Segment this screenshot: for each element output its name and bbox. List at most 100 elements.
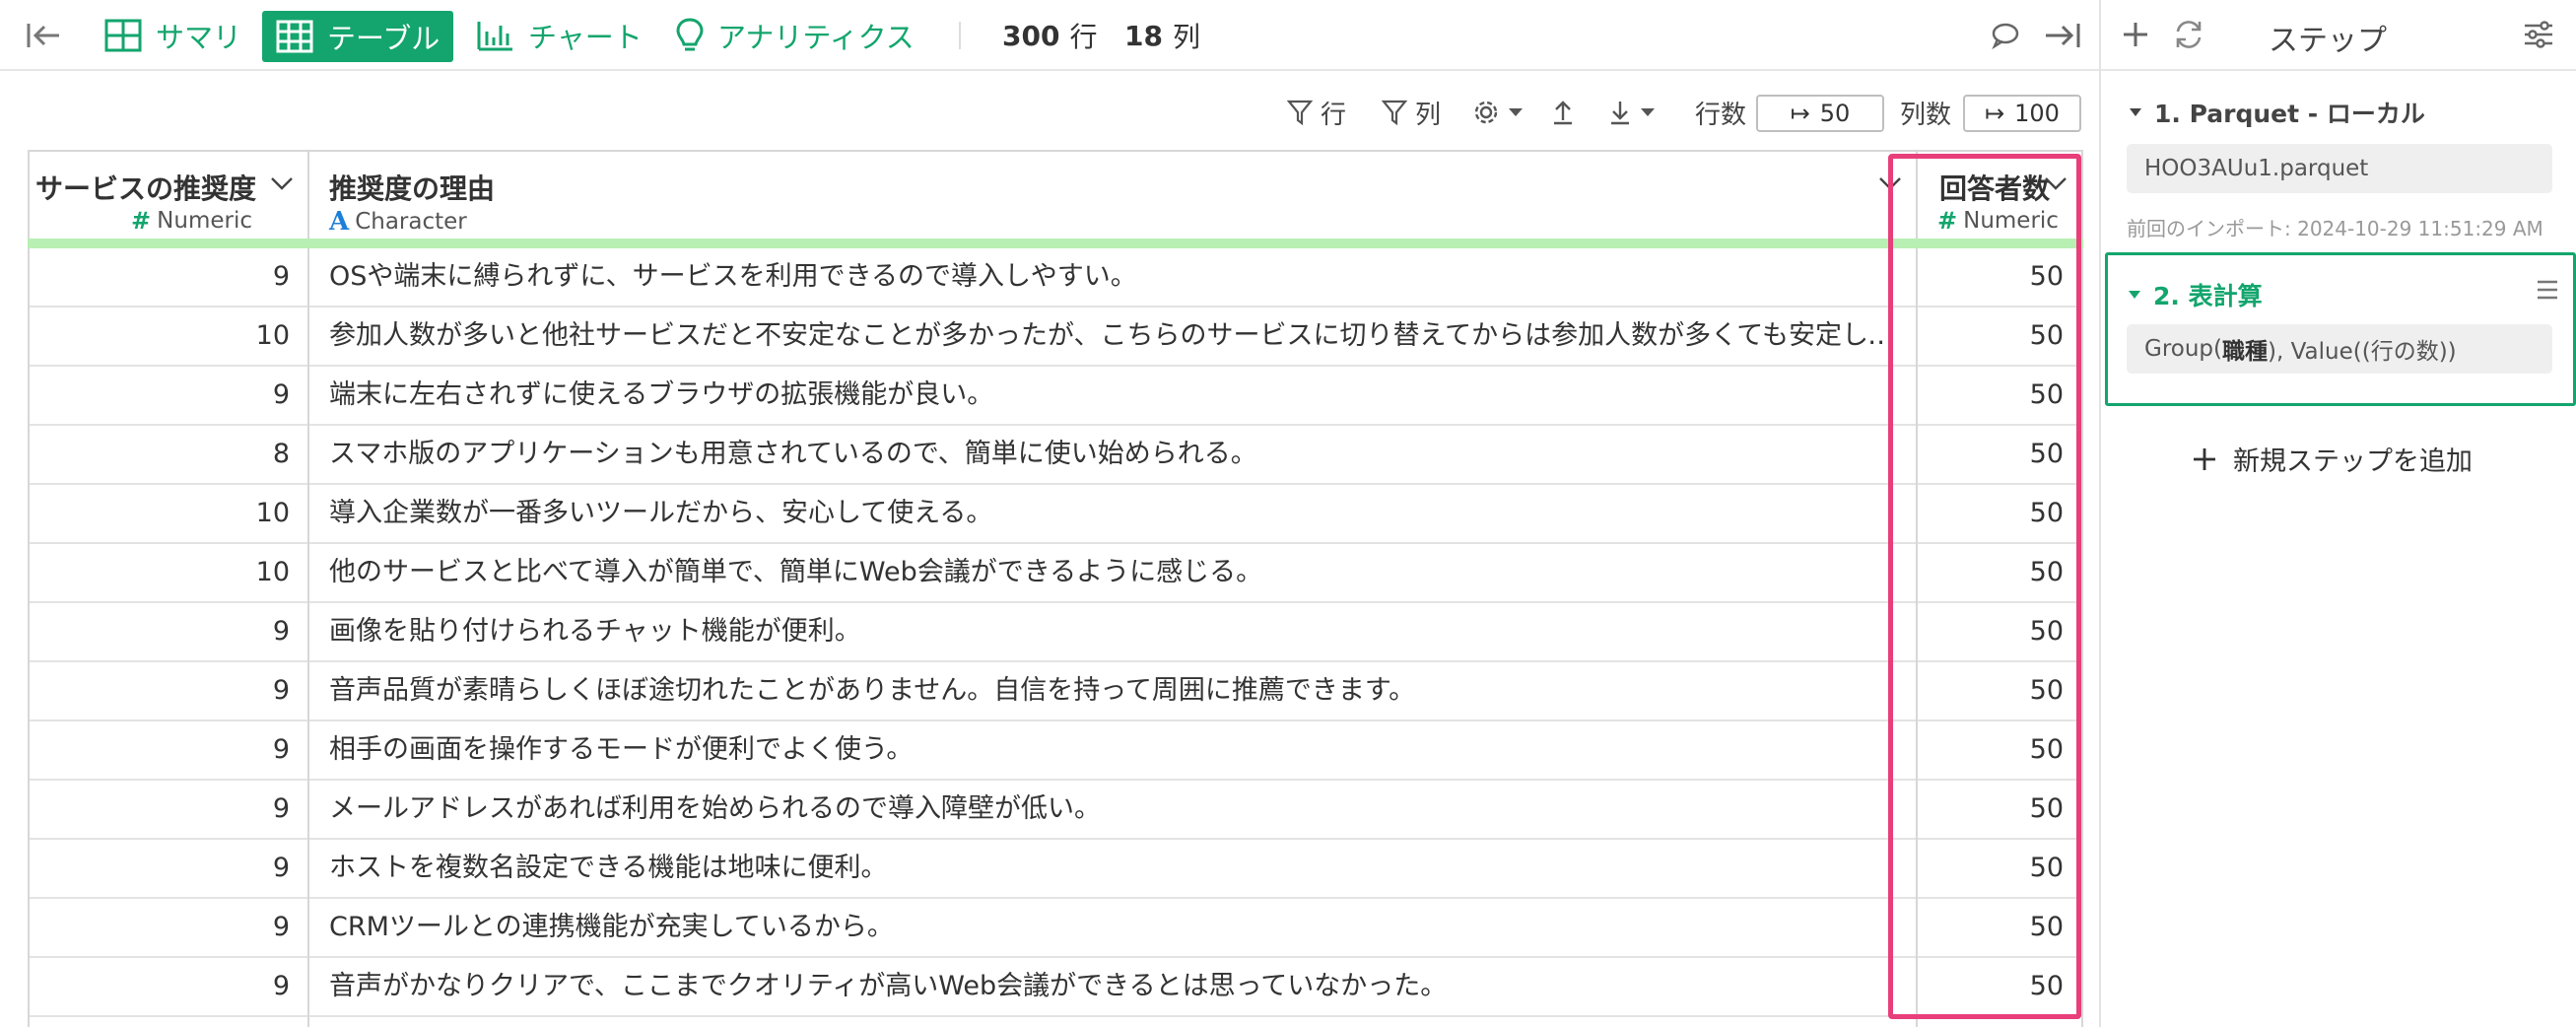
table-cell[interactable]: 音声品質が素晴らしくほぼ途切れたことがありません。自信を持って周囲に推薦できます…	[309, 662, 1918, 721]
table-cell	[28, 1017, 309, 1027]
filter-icon	[1382, 100, 1407, 126]
table-row: 9 音声がかなりクリアで、ここまでクオリティが高いWeb会議ができるとは思ってい…	[28, 958, 2083, 1017]
table-cell[interactable]: 画像を貼り付けられるチャット機能が便利。	[309, 603, 1918, 662]
top-toolbar: サマリ テーブル チャート アナリティクス 300 行 18 列	[0, 0, 2099, 71]
step-2-card[interactable]: 2. 表計算 Group(職種), Value((行の数))	[2105, 252, 2576, 406]
table-cell[interactable]: 50	[1918, 426, 2083, 485]
column-type: # Numeric	[1937, 207, 2059, 235]
chevron-down-icon[interactable]	[2044, 175, 2068, 191]
table-cell[interactable]: スマホ版のアプリケーションも用意されているので、簡単に使い始められる。	[309, 426, 1918, 485]
tab-analytics[interactable]: アナリティクス	[662, 0, 928, 71]
collapse-left-icon[interactable]	[26, 0, 61, 71]
step-2-title[interactable]: 2. 表計算	[2128, 277, 2263, 312]
step-detail-prefix: Group(	[2144, 336, 2222, 362]
table-cell[interactable]: 音声がかなりクリアで、ここまでクオリティが高いWeb会議ができるとは思っていなか…	[309, 958, 1918, 1017]
table-cell[interactable]: メールアドレスがあれば利用を始められるので導入障壁が低い。	[309, 781, 1918, 840]
table-cell[interactable]: 端末に左右されずに使えるブラウザの拡張機能が良い。	[309, 367, 1918, 426]
column-type-label: Numeric	[1963, 208, 2059, 234]
collapse-right-icon[interactable]	[2042, 0, 2081, 71]
table-cell[interactable]: 50	[1918, 367, 2083, 426]
sliders-icon[interactable]	[2523, 20, 2554, 49]
table-cell[interactable]: 8	[28, 426, 309, 485]
steps-panel-title: ステップ	[2269, 24, 2387, 58]
table-cell[interactable]: 9	[28, 603, 309, 662]
step-1-title[interactable]: 1. Parquet - ローカル	[2129, 95, 2425, 130]
table-cell[interactable]: CRMツールとの連携機能が充実しているから。	[309, 899, 1918, 958]
plus-icon	[2194, 447, 2215, 470]
numeric-type-icon: #	[1937, 207, 1958, 235]
table-cell	[1918, 1017, 2083, 1027]
table-cell[interactable]: 9	[28, 781, 309, 840]
table-cell	[309, 1017, 1918, 1027]
table-cell[interactable]: 9	[28, 840, 309, 899]
column-header[interactable]: サービスの推奨度 # Numeric	[28, 150, 309, 239]
table-cell[interactable]: 50	[1918, 899, 2083, 958]
table-cell[interactable]: 9	[28, 721, 309, 781]
summary-icon	[104, 19, 142, 52]
caret-down-icon	[2129, 291, 2140, 299]
table-row: 9 CRMツールとの連携機能が充実しているから。 50	[28, 899, 2083, 958]
caret-down-icon	[1641, 108, 1655, 116]
table-cell[interactable]: 9	[28, 248, 309, 308]
column-filter-button[interactable]: 列	[1382, 91, 1441, 134]
columns-input[interactable]: ↦ 100	[1963, 95, 2081, 132]
step-2-detail[interactable]: Group(職種), Value((行の数))	[2127, 324, 2552, 374]
table-row: 10 他のサービスと比べて導入が簡単で、簡単にWeb会議ができるように感じる。 …	[28, 544, 2083, 603]
table-cell[interactable]: 50	[1918, 781, 2083, 840]
download-icon	[1611, 102, 1629, 125]
chevron-down-icon[interactable]	[270, 175, 294, 191]
table-cell[interactable]: 50	[1918, 662, 2083, 721]
table-cell[interactable]: 50	[1918, 248, 2083, 308]
table-cell[interactable]: 導入企業数が一番多いツールだから、安心して使える。	[309, 485, 1918, 544]
table-cell[interactable]: 50	[1918, 840, 2083, 899]
bar-chart-icon	[477, 22, 512, 51]
table-cell[interactable]: 他のサービスと比べて導入が簡単で、簡単にWeb会議ができるように感じる。	[309, 544, 1918, 603]
refresh-icon[interactable]	[2172, 18, 2205, 51]
table-cell[interactable]: 50	[1918, 721, 2083, 781]
table-row: 9 端末に左右されずに使えるブラウザの拡張機能が良い。 50	[28, 367, 2083, 426]
table-cell[interactable]: 参加人数が多いと他社サービスだと不安定なことが多かったが、こちらのサービスに切り…	[309, 308, 1918, 367]
table-cell[interactable]: ホストを複数名設定できる機能は地味に便利。	[309, 840, 1918, 899]
table-cell[interactable]: 50	[1918, 603, 2083, 662]
table-cell[interactable]: OSや端末に縛られずに、サービスを利用できるので導入しやすい。	[309, 248, 1918, 308]
steps-panel-header: ステップ	[2101, 0, 2576, 71]
tab-table[interactable]: テーブル	[262, 11, 454, 62]
arrow-to-line-icon: ↦	[1985, 100, 2005, 127]
row-count-unit: 行	[1069, 21, 1098, 53]
step-detail-column: 職種	[2222, 339, 2268, 365]
table-cell[interactable]: 10	[28, 308, 309, 367]
table-cell[interactable]: 9	[28, 958, 309, 1017]
table-cell[interactable]: 10	[28, 485, 309, 544]
table-cell[interactable]: 50	[1918, 485, 2083, 544]
export-icon[interactable]	[1551, 91, 1575, 134]
table-cell[interactable]: 9	[28, 899, 309, 958]
tab-summary[interactable]: サマリ	[91, 0, 255, 71]
comment-icon[interactable]	[1991, 0, 2020, 71]
table-cell[interactable]: 50	[1918, 958, 2083, 1017]
add-step-button[interactable]: 新規ステップを追加	[2192, 440, 2473, 478]
table-cell[interactable]: 50	[1918, 544, 2083, 603]
toolbar-divider	[959, 22, 961, 49]
table-row: 10 参加人数が多いと他社サービスだと不安定なことが多かったが、こちらのサービス…	[28, 308, 2083, 367]
table-cell[interactable]: 9	[28, 367, 309, 426]
table-cell[interactable]: 9	[28, 662, 309, 721]
menu-icon[interactable]	[2536, 279, 2559, 301]
column-name: 回答者数	[1939, 172, 2051, 205]
table-cell[interactable]: 相手の画面を操作するモードが便利でよく使う。	[309, 721, 1918, 781]
table-cell[interactable]: 10	[28, 544, 309, 603]
tab-chart[interactable]: チャート	[463, 0, 656, 71]
numeric-type-icon: #	[131, 207, 152, 235]
table-row: 10 導入企業数が一番多いツールだから、安心して使える。 50	[28, 485, 2083, 544]
column-count: 18 列	[1124, 0, 1200, 71]
caret-down-icon	[1509, 108, 1523, 116]
step-1-detail[interactable]: HOO3AUu1.parquet	[2127, 144, 2552, 193]
column-header[interactable]: 推奨度の理由 A Character	[309, 150, 1918, 239]
settings-dropdown[interactable]	[1472, 91, 1524, 134]
download-dropdown[interactable]	[1608, 91, 1656, 134]
column-header[interactable]: 回答者数 # Numeric	[1918, 150, 2083, 239]
chevron-down-icon[interactable]	[1878, 175, 1902, 191]
rows-input[interactable]: ↦ 50	[1756, 95, 1884, 132]
row-filter-button[interactable]: 行	[1287, 91, 1346, 134]
plus-icon[interactable]	[2121, 20, 2150, 49]
table-cell[interactable]: 50	[1918, 308, 2083, 367]
